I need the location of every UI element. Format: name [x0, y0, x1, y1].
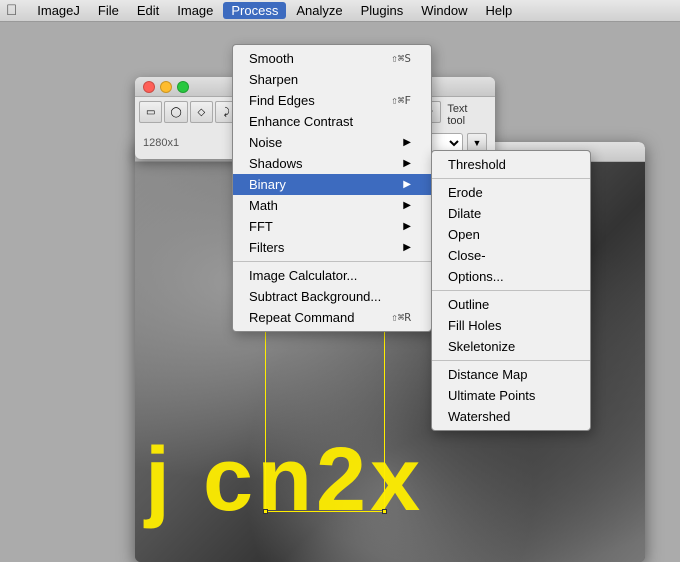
- menu-distance-map[interactable]: Distance Map: [432, 364, 590, 385]
- menu-bar:  ImageJ File Edit Image Process Analyze…: [0, 0, 680, 22]
- tool-label: Text tool: [443, 101, 491, 129]
- binary-arrow-icon: ▶: [403, 179, 411, 190]
- menu-close[interactable]: Close-: [432, 245, 590, 266]
- menu-threshold[interactable]: Threshold: [432, 154, 590, 175]
- menu-smooth[interactable]: Smooth ⇧⌘S: [233, 48, 431, 69]
- content-area: ▭ ◯ ◇ ⤸ / ∠ • ✶ A ⚲ ☞ ⚘ Text tool 1280x1…: [0, 22, 680, 562]
- menu-analyze[interactable]: Analyze: [288, 2, 350, 19]
- dimensions-label: 1280x1: [143, 137, 179, 149]
- handle-bl[interactable]: [263, 509, 268, 514]
- close-button[interactable]: [143, 81, 155, 93]
- menu-file[interactable]: File: [90, 2, 127, 19]
- menu-math[interactable]: Math ▶: [233, 195, 431, 216]
- menu-fft[interactable]: FFT ▶: [233, 216, 431, 237]
- menu-edit[interactable]: Edit: [129, 2, 167, 19]
- binary-sep-1: [432, 178, 590, 179]
- menu-repeat-command[interactable]: Repeat Command ⇧⌘R: [233, 307, 431, 328]
- menu-noise[interactable]: Noise ▶: [233, 132, 431, 153]
- menu-binary[interactable]: Binary ▶: [233, 174, 431, 195]
- process-menu: Smooth ⇧⌘S Sharpen Find Edges ⇧⌘F Enhanc…: [232, 44, 432, 332]
- menu-help[interactable]: Help: [478, 2, 521, 19]
- menu-outline[interactable]: Outline: [432, 294, 590, 315]
- menu-options[interactable]: Options...: [432, 266, 590, 287]
- menu-find-edges[interactable]: Find Edges ⇧⌘F: [233, 90, 431, 111]
- tool-rect[interactable]: ▭: [139, 101, 162, 123]
- minimize-button[interactable]: [160, 81, 172, 93]
- filters-arrow-icon: ▶: [403, 242, 411, 253]
- menu-ultimate-points[interactable]: Ultimate Points: [432, 385, 590, 406]
- menu-image[interactable]: Image: [169, 2, 221, 19]
- binary-submenu: Threshold Erode Dilate Open Close-: [431, 150, 591, 431]
- menu-watershed[interactable]: Watershed: [432, 406, 590, 427]
- separator-1: [233, 261, 431, 262]
- menu-open[interactable]: Open: [432, 224, 590, 245]
- menu-enhance-contrast[interactable]: Enhance Contrast: [233, 111, 431, 132]
- binary-sep-3: [432, 360, 590, 361]
- menu-dilate[interactable]: Dilate: [432, 203, 590, 224]
- menu-erode[interactable]: Erode: [432, 182, 590, 203]
- menu-subtract-background[interactable]: Subtract Background...: [233, 286, 431, 307]
- menu-sharpen[interactable]: Sharpen: [233, 69, 431, 90]
- math-arrow-icon: ▶: [403, 200, 411, 211]
- handle-br[interactable]: [382, 509, 387, 514]
- noise-arrow-icon: ▶: [403, 137, 411, 148]
- menu-filters[interactable]: Filters ▶: [233, 237, 431, 258]
- binary-sep-2: [432, 290, 590, 291]
- tool-oval[interactable]: ◯: [164, 101, 187, 123]
- menu-imagej[interactable]: ImageJ: [29, 2, 88, 19]
- menu-bar-items: ImageJ File Edit Image Process Analyze P…: [29, 2, 520, 19]
- apple-menu-icon[interactable]: : [6, 2, 17, 19]
- menu-skeletonize[interactable]: Skeletonize: [432, 336, 590, 357]
- menu-fill-holes[interactable]: Fill Holes: [432, 315, 590, 336]
- menu-window[interactable]: Window: [413, 2, 475, 19]
- fft-arrow-icon: ▶: [403, 221, 411, 232]
- tool-poly[interactable]: ◇: [190, 101, 213, 123]
- menu-image-calculator[interactable]: Image Calculator...: [233, 265, 431, 286]
- menu-plugins[interactable]: Plugins: [353, 2, 412, 19]
- shadows-arrow-icon: ▶: [403, 158, 411, 169]
- menu-shadows[interactable]: Shadows ▶: [233, 153, 431, 174]
- menu-process[interactable]: Process: [223, 2, 286, 19]
- maximize-button[interactable]: [177, 81, 189, 93]
